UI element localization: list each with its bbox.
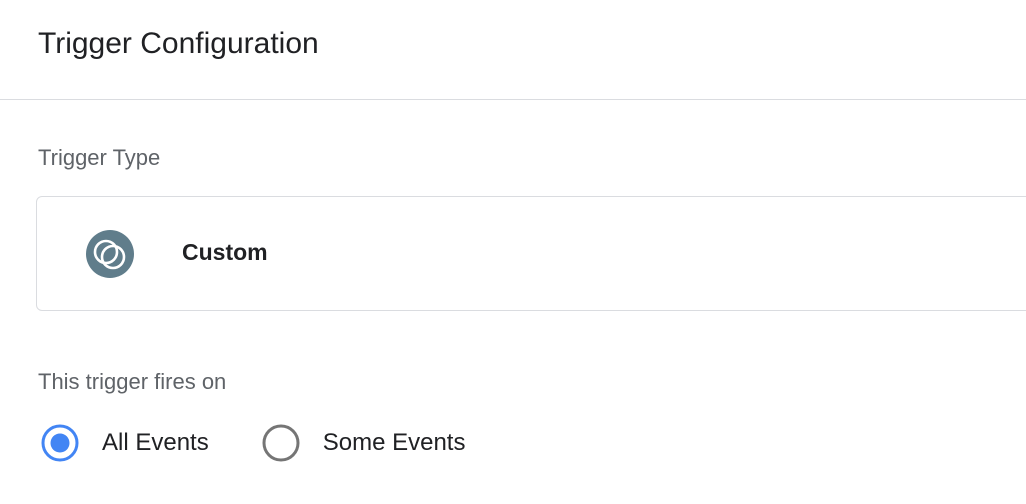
- radio-option-all-events[interactable]: All Events: [40, 423, 209, 463]
- trigger-type-label: Trigger Type: [38, 145, 161, 170]
- custom-trigger-icon: [86, 230, 134, 278]
- radio-button-unselected-icon[interactable]: [261, 423, 301, 463]
- fires-on-radio-group: All Events Some Events: [40, 421, 465, 465]
- trigger-type-card[interactable]: Custom: [36, 196, 1026, 311]
- radio-label-some-events: Some Events: [322, 429, 466, 456]
- fires-on-label: This trigger fires on: [38, 369, 227, 394]
- trigger-type-name: Custom: [182, 239, 268, 265]
- page-title: Trigger Configuration: [38, 27, 319, 60]
- panel-header: Trigger Configuration: [0, 0, 1026, 100]
- radio-button-selected-icon[interactable]: [40, 423, 80, 463]
- radio-option-some-events[interactable]: Some Events: [261, 423, 466, 463]
- radio-label-all-events: All Events: [102, 429, 209, 456]
